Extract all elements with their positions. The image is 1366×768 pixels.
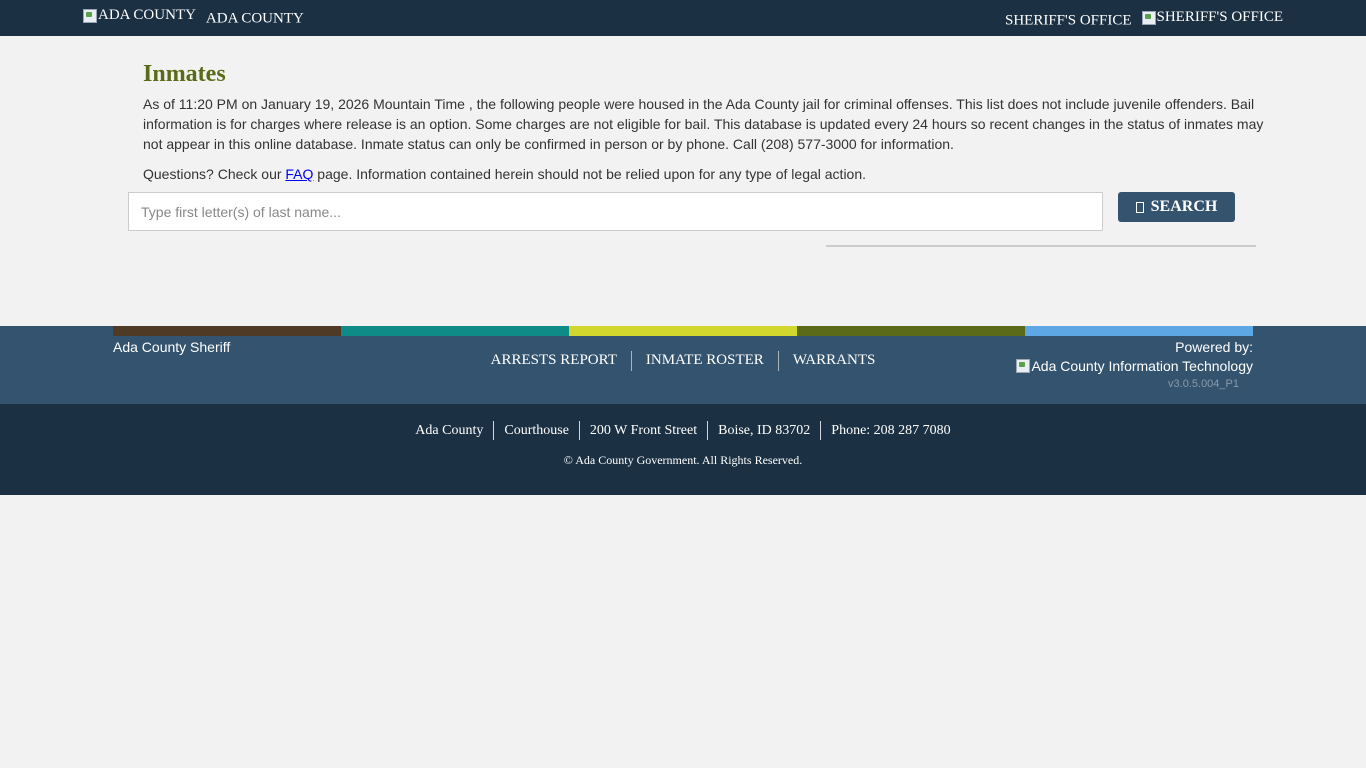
questions-prefix: Questions? Check our xyxy=(143,166,286,182)
sheriff-office-logo[interactable]: SHERIFF'S OFFICE xyxy=(1141,9,1284,26)
ada-county-title[interactable]: ADA COUNTY xyxy=(206,11,304,27)
main-content: Inmates As of 11:20 PM on January 19, 20… xyxy=(143,60,1268,184)
broken-image-icon xyxy=(83,8,97,23)
page-title: Inmates xyxy=(143,61,226,87)
address-phone: Phone: 208 287 7080 xyxy=(831,422,951,438)
footer: Ada County Sheriff ARRESTS REPORT INMATE … xyxy=(0,326,1366,404)
stripe-5 xyxy=(1025,326,1253,336)
search-button[interactable]: SEARCH xyxy=(1118,192,1235,222)
broken-image-icon xyxy=(1016,359,1031,373)
ada-county-logo[interactable]: ADA COUNTY xyxy=(83,7,196,24)
search-icon xyxy=(1135,201,1144,213)
ada-it-logo-alt: Ada County Information Technology xyxy=(1031,358,1253,374)
copyright: © Ada County Government. All Rights Rese… xyxy=(563,453,803,467)
address-line: Ada County Courthouse 200 W Front Street Bo… xyxy=(0,421,1366,440)
ada-county-logo-alt: ADA COUNTY xyxy=(98,7,196,23)
top-header: ADA COUNTY ADA COUNTY SHERIFF'S OFFICE S… xyxy=(0,0,1366,36)
inmate-roster-link[interactable]: INMATE ROSTER xyxy=(632,352,778,368)
address-city: Boise, ID 83702 xyxy=(718,422,811,438)
bottom-bar: Ada County Courthouse 200 W Front Street Bo… xyxy=(0,404,1366,495)
ada-county-brand[interactable]: ADA COUNTY ADA COUNTY xyxy=(83,7,304,28)
sheriff-office-title[interactable]: SHERIFF'S OFFICE xyxy=(1005,13,1132,29)
powered-by: Powered by: Ada County Information Techn… xyxy=(1016,339,1253,376)
stripe-4 xyxy=(797,326,1025,336)
address-county: Ada County xyxy=(415,422,484,438)
warrants-link[interactable]: WARRANTS xyxy=(779,352,890,368)
stripe-2 xyxy=(341,326,569,336)
ada-it-logo[interactable]: Ada County Information Technology xyxy=(1016,358,1253,374)
questions-text: Questions? Check our FAQ page. Informati… xyxy=(143,164,1268,184)
intro-text: As of 11:20 PM on January 19, 2026 Mount… xyxy=(143,96,1264,152)
sheriff-office-brand[interactable]: SHERIFF'S OFFICE SHERIFF'S OFFICE xyxy=(1005,9,1283,30)
color-stripes xyxy=(113,326,1253,336)
search-button-label: SEARCH xyxy=(1150,198,1218,215)
broken-image-icon xyxy=(1141,10,1156,25)
results-divider xyxy=(826,245,1256,247)
address-street: 200 W Front Street xyxy=(589,422,698,438)
version-label: v3.0.5.004_P1 xyxy=(1168,378,1239,390)
stripe-1 xyxy=(113,326,341,336)
faq-link[interactable]: FAQ xyxy=(285,166,313,182)
last-name-search-input[interactable] xyxy=(128,192,1103,231)
questions-suffix: page. Information contained herein shoul… xyxy=(313,166,867,182)
sheriff-office-logo-alt: SHERIFF'S OFFICE xyxy=(1156,9,1284,25)
arrests-report-link[interactable]: ARRESTS REPORT xyxy=(477,352,631,368)
address-building: Courthouse xyxy=(504,422,569,438)
stripe-3 xyxy=(569,326,797,336)
powered-by-label: Powered by: xyxy=(1175,339,1253,355)
